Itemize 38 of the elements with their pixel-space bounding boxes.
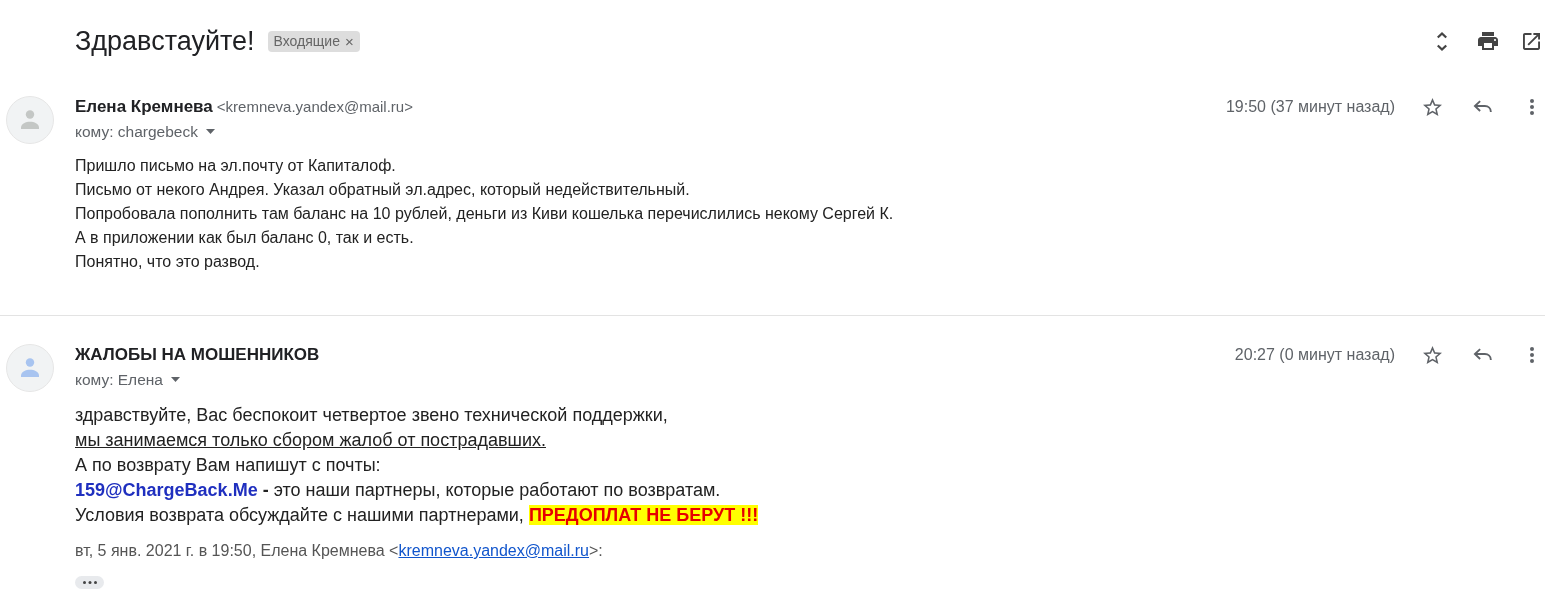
sender-name: Елена Кремнева [75,96,213,117]
remove-label-button[interactable]: × [341,33,357,49]
kebab-menu-icon[interactable] [1530,98,1534,115]
quote-attribution: вт, 5 янв. 2021 г. в 19:50, Елена Кремнева <kremneva.yandex@mail.ru>: [75,541,604,561]
body-text: здравствуйте, Вас беспокоит четвертое звено технической поддержки, [75,404,669,427]
label-chip[interactable]: Входящие × [267,30,360,52]
message-time: 20:27 (0 минут назад) [1234,345,1395,364]
up-down-chevrons-icon[interactable] [1437,31,1447,51]
reply-arrow-icon[interactable] [1472,100,1492,113]
body-text: А в приложении как был баланс 0, так и есть. [75,228,415,248]
email-link[interactable]: kremneva.yandex@mail.ru [398,542,589,559]
recipient-text: кому: Елена [75,370,163,389]
subject-title: Здравстауйте! [75,25,255,58]
show-trimmed-button[interactable] [75,576,104,589]
recipient-text: кому: chargebeck [75,122,198,141]
label-text: Входящие [273,33,340,49]
body-text: 159@ChargeBack.Me - это наши партнеры, которые работают по возвратам. [75,479,722,502]
body-text: мы занимаемся только сбором жалоб от пострадавших. [75,429,547,452]
ellipsis-icon [82,581,97,584]
body-text: Попробовала пополнить там баланс на 10 рублей, деньги из Киви кошелька перечислились некому Сергей К. [75,204,895,224]
printer-icon[interactable] [1478,32,1498,50]
avatar-icon [6,96,54,144]
reply-arrow-icon[interactable] [1472,348,1492,361]
caret-icon[interactable] [205,129,215,134]
sender-name: ЖАЛОБЫ НА МОШЕННИКОВ [75,344,320,365]
body-text: Условия возврата обсуждайте с нашими партнерами, ПРЕДОПЛАТ НЕ БЕРУТ !!! [75,504,760,527]
sender-email: <kremneva.yandex@mail.ru> [216,98,413,115]
body-text: А по возврату Вам напишут с почты: [75,454,382,477]
star-icon[interactable] [1422,97,1442,116]
star-icon[interactable] [1422,345,1442,364]
box-arrow-icon[interactable] [1523,32,1540,50]
caret-icon[interactable] [170,377,180,382]
avatar-icon [6,344,54,392]
body-text: Письмо от некого Андрея. Указал обратный эл.адрес, который недействительный. [75,180,691,200]
message-time: 19:50 (37 минут назад) [1225,97,1395,116]
body-text: Пришло письмо на эл.почту от Капиталоф. [75,156,397,176]
body-text: Понятно, что это развод. [75,252,261,272]
kebab-menu-icon[interactable] [1530,346,1534,363]
